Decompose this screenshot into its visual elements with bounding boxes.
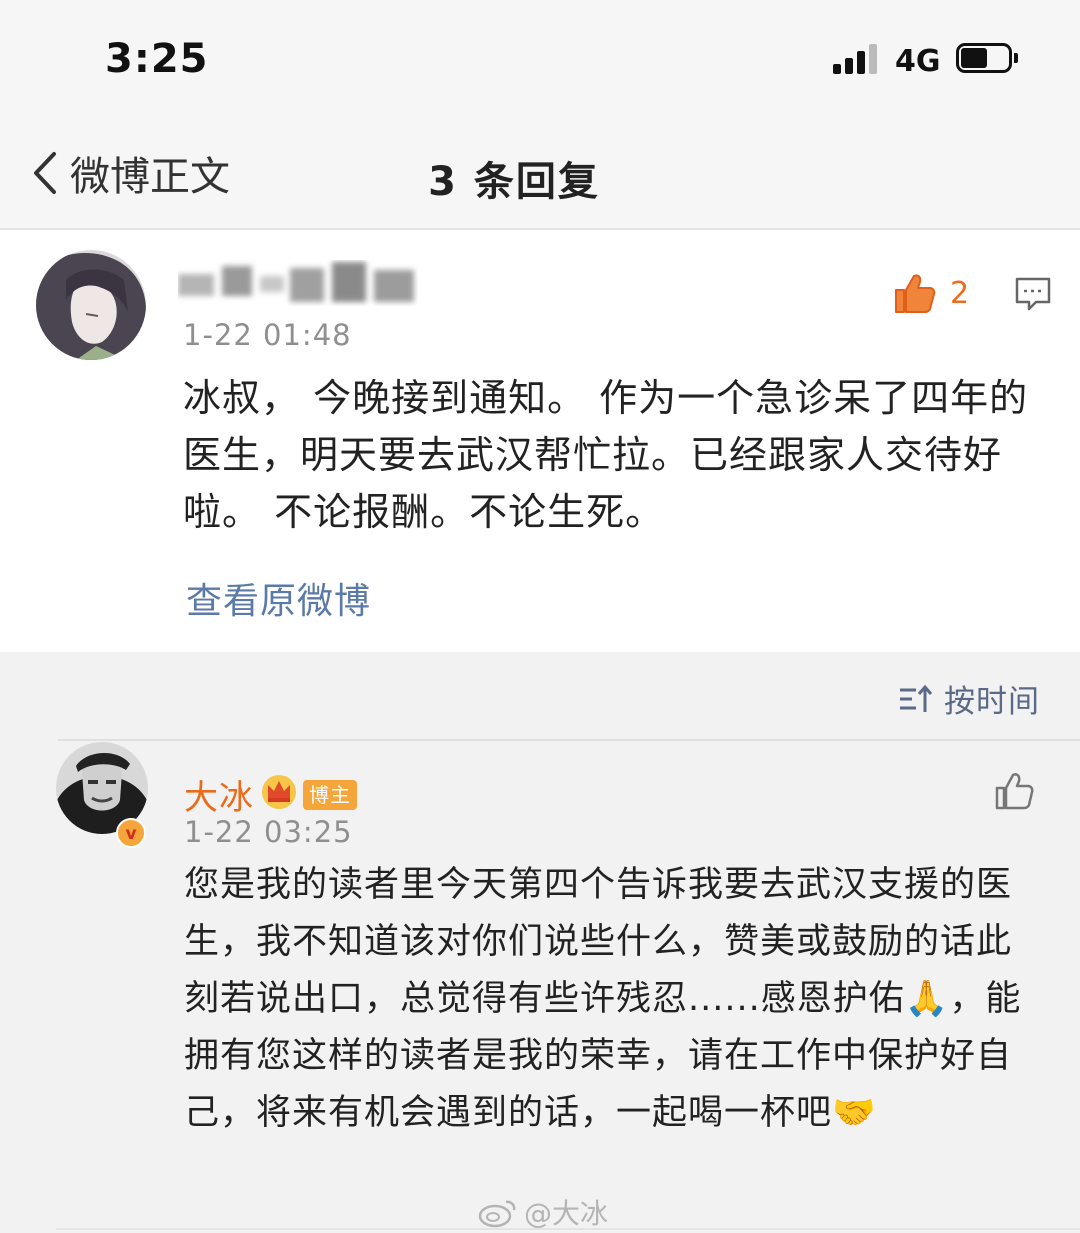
page-title: 3 条回复	[428, 159, 600, 205]
watermark-text: @大冰	[524, 1197, 609, 1230]
svg-text:v: v	[125, 824, 136, 844]
reply-author-name[interactable]: 大冰	[184, 770, 254, 819]
comment-timestamp: 1-22 01:48	[183, 318, 352, 352]
status-bar: 3:25 4G	[0, 0, 1080, 115]
blurred-username	[178, 262, 414, 302]
sort-label: 按时间	[944, 684, 1040, 720]
thumbs-up-icon[interactable]	[994, 772, 1034, 810]
host-badge: 博主	[303, 780, 357, 810]
network-label: 4G	[895, 44, 941, 79]
reply-timestamp: 1-22 03:25	[184, 815, 353, 849]
sort-by-time-button[interactable]: 按时间	[898, 676, 1040, 721]
verified-icon: v	[116, 818, 146, 848]
original-comment-card: 1-22 01:48 2 冰叔， 今晚接到通知。 作为一个急诊呆了四年的医生，明…	[0, 230, 1080, 652]
weibo-logo-icon	[478, 1200, 516, 1228]
battery-icon	[956, 43, 1018, 73]
reply-text: 您是我的读者里今天第四个告诉我要去武汉支援的医生，我不知道该对你们说些什么，赞美…	[184, 865, 1022, 1133]
signal-icon	[833, 44, 879, 74]
status-time: 3:25	[105, 36, 209, 82]
divider	[56, 1228, 1080, 1230]
nav-bar: 微博正文 3 条回复	[0, 115, 1080, 230]
view-original-link[interactable]: 查看原微博	[186, 572, 371, 624]
thumbs-up-icon	[895, 274, 936, 313]
like-count: 2	[950, 275, 970, 311]
sort-icon	[900, 684, 933, 712]
watermark: @大冰	[478, 1192, 608, 1232]
avatar[interactable]	[36, 250, 146, 360]
like-button[interactable]: 2	[892, 272, 969, 314]
comment-text: 冰叔， 今晚接到通知。 作为一个急诊呆了四年的医生，明天要去武汉帮忙拉。已经跟家…	[183, 376, 1029, 534]
crown-icon	[262, 775, 296, 809]
divider	[58, 739, 1080, 741]
comment-icon[interactable]	[1014, 276, 1052, 312]
sort-row: 按时间	[0, 652, 1080, 740]
